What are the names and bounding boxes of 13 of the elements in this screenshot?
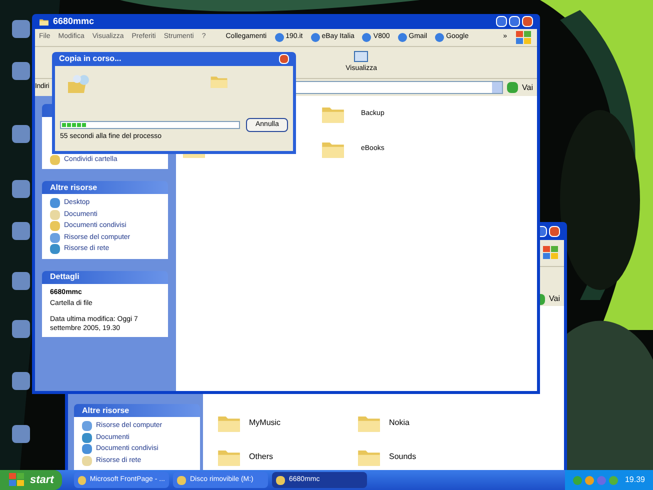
clock: 19.39 xyxy=(624,474,645,486)
start-button[interactable]: start xyxy=(0,470,62,490)
panel-header[interactable]: Altre risorse xyxy=(74,404,200,417)
window-title: 6680mmc xyxy=(53,14,94,28)
dialog-title: Copia in corso... xyxy=(59,53,122,65)
folder-name[interactable]: MyMusic xyxy=(249,417,281,429)
panel-header[interactable]: Dettagli xyxy=(42,270,168,284)
folder-name[interactable]: Others xyxy=(249,451,274,463)
folder-name[interactable]: Nokia xyxy=(389,417,410,429)
go-button[interactable]: Vai xyxy=(549,293,560,305)
panel-header[interactable]: Altre risorse xyxy=(42,181,168,194)
go-button[interactable]: Vai xyxy=(522,82,533,94)
folder-name[interactable]: Sounds xyxy=(389,451,416,463)
